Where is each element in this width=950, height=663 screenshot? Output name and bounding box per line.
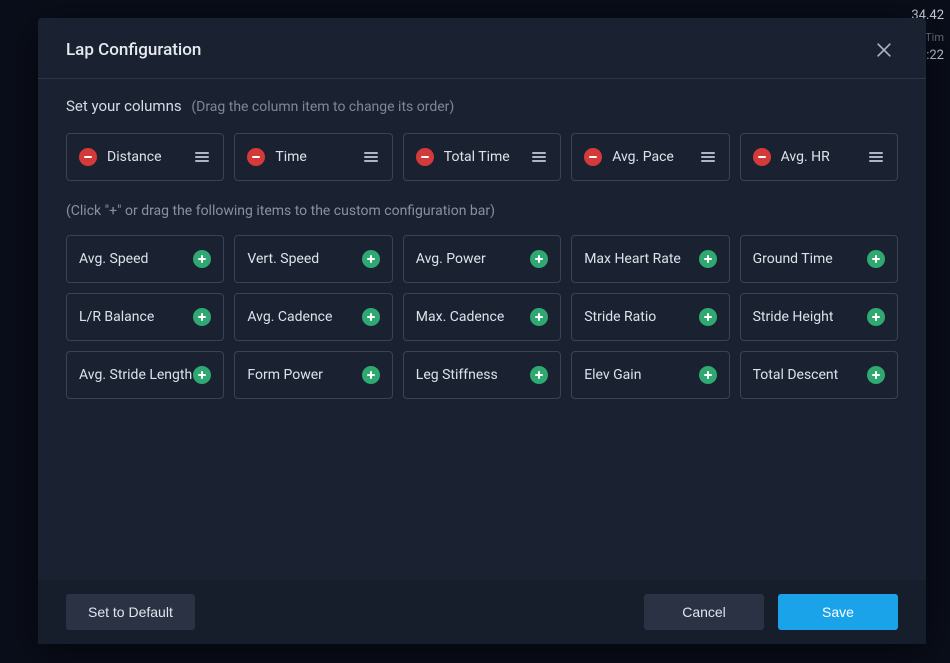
add-icon[interactable] xyxy=(362,366,380,384)
available-column-chip[interactable]: Vert. Speed xyxy=(234,235,392,283)
modal-header: Lap Configuration xyxy=(38,18,926,78)
available-column-chip[interactable]: Avg. Power xyxy=(403,235,561,283)
available-column-chip[interactable]: L/R Balance xyxy=(66,293,224,341)
modal-footer: Set to Default Cancel Save xyxy=(38,580,926,644)
chip-label: Avg. Speed xyxy=(79,251,148,267)
set-columns-hint: (Drag the column item to change its orde… xyxy=(191,99,454,115)
chip-label: L/R Balance xyxy=(79,309,154,325)
reset-button[interactable]: Set to Default xyxy=(66,594,195,630)
add-icon[interactable] xyxy=(699,308,717,326)
chip-label: Total Time xyxy=(444,149,510,165)
add-icon[interactable] xyxy=(530,308,548,326)
selected-column-chip[interactable]: Avg. Pace xyxy=(571,133,729,181)
close-icon xyxy=(874,40,894,60)
add-icon[interactable] xyxy=(193,366,211,384)
available-column-chip[interactable]: Total Descent xyxy=(740,351,898,399)
add-icon[interactable] xyxy=(867,250,885,268)
modal-title: Lap Configuration xyxy=(66,40,201,60)
available-column-chip[interactable]: Form Power xyxy=(234,351,392,399)
drag-handle-icon[interactable] xyxy=(699,148,717,166)
chip-label: Avg. HR xyxy=(781,149,830,165)
add-icon[interactable] xyxy=(193,308,211,326)
remove-icon[interactable] xyxy=(79,148,97,166)
save-button[interactable]: Save xyxy=(778,594,898,630)
chip-label: Elev Gain xyxy=(584,367,641,383)
cancel-button[interactable]: Cancel xyxy=(644,594,764,630)
chip-label: Distance xyxy=(107,149,162,165)
available-column-chip[interactable]: Leg Stiffness xyxy=(403,351,561,399)
close-button[interactable] xyxy=(870,36,898,64)
chip-label: Vert. Speed xyxy=(247,251,319,267)
add-icon[interactable] xyxy=(193,250,211,268)
available-column-chip[interactable]: Avg. Speed xyxy=(66,235,224,283)
available-column-chip[interactable]: Max Heart Rate xyxy=(571,235,729,283)
chip-label: Max Heart Rate xyxy=(584,251,681,267)
available-columns-grid: Avg. Speed Vert. Speed Avg. Power Max Heart… xyxy=(66,235,898,399)
chip-label: Avg. Cadence xyxy=(247,309,332,325)
available-column-chip[interactable]: Max. Cadence xyxy=(403,293,561,341)
add-icon[interactable] xyxy=(867,366,885,384)
chip-label: Total Descent xyxy=(753,367,839,383)
drag-handle-icon[interactable] xyxy=(362,148,380,166)
selected-column-chip[interactable]: Time xyxy=(234,133,392,181)
drag-handle-icon[interactable] xyxy=(530,148,548,166)
available-column-chip[interactable]: Avg. Cadence xyxy=(234,293,392,341)
chip-label: Avg. Stride Length xyxy=(79,367,192,383)
chip-label: Time xyxy=(275,149,306,165)
available-column-chip[interactable]: Elev Gain xyxy=(571,351,729,399)
set-columns-text: Set your columns xyxy=(66,97,182,115)
cancel-button-label: Cancel xyxy=(682,604,726,620)
set-columns-label: Set your columns (Drag the column item t… xyxy=(66,97,898,115)
remove-icon[interactable] xyxy=(416,148,434,166)
chip-label: Max. Cadence xyxy=(416,309,504,325)
drag-handle-icon[interactable] xyxy=(193,148,211,166)
chip-label: Stride Height xyxy=(753,309,834,325)
reset-button-label: Set to Default xyxy=(88,604,173,620)
save-button-label: Save xyxy=(822,604,854,620)
chip-label: Avg. Pace xyxy=(612,149,674,165)
add-icon[interactable] xyxy=(362,308,380,326)
available-column-chip[interactable]: Stride Ratio xyxy=(571,293,729,341)
selected-column-chip[interactable]: Total Time xyxy=(403,133,561,181)
chip-label: Stride Ratio xyxy=(584,309,656,325)
selected-column-chip[interactable]: Avg. HR xyxy=(740,133,898,181)
add-icon[interactable] xyxy=(362,250,380,268)
add-icon[interactable] xyxy=(867,308,885,326)
chip-label: Avg. Power xyxy=(416,251,486,267)
chip-label: Ground Time xyxy=(753,251,833,267)
lap-configuration-modal: Lap Configuration Set your columns (Drag… xyxy=(38,18,926,644)
selected-column-chip[interactable]: Distance xyxy=(66,133,224,181)
remove-icon[interactable] xyxy=(753,148,771,166)
drag-handle-icon[interactable] xyxy=(867,148,885,166)
chip-label: Form Power xyxy=(247,367,323,383)
selected-columns-row: Distance Time Total Time Avg. Pace Avg. HR xyxy=(66,133,898,181)
add-icon[interactable] xyxy=(530,250,548,268)
available-hint: (Click "+" or drag the following items t… xyxy=(66,203,898,219)
remove-icon[interactable] xyxy=(247,148,265,166)
available-column-chip[interactable]: Stride Height xyxy=(740,293,898,341)
chip-label: Leg Stiffness xyxy=(416,367,498,383)
modal-body: Set your columns (Drag the column item t… xyxy=(38,79,926,580)
available-column-chip[interactable]: Avg. Stride Length xyxy=(66,351,224,399)
add-icon[interactable] xyxy=(699,250,717,268)
add-icon[interactable] xyxy=(699,366,717,384)
add-icon[interactable] xyxy=(530,366,548,384)
available-column-chip[interactable]: Ground Time xyxy=(740,235,898,283)
remove-icon[interactable] xyxy=(584,148,602,166)
